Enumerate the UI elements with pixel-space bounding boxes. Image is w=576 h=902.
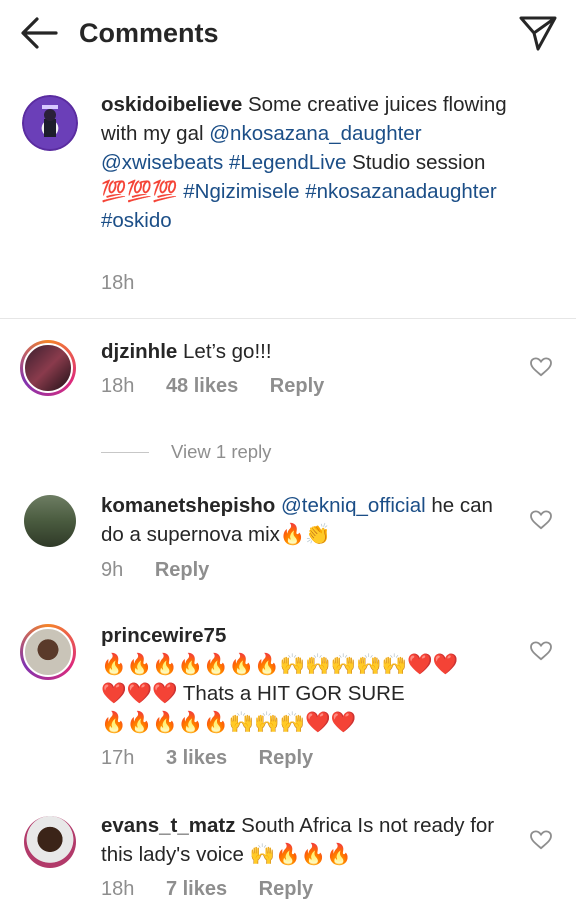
comment-username[interactable]: evans_t_matz [101, 814, 235, 837]
timestamp: 17h [101, 747, 135, 769]
comment-meta: 17h 3 likes Reply [101, 745, 339, 771]
mention-link[interactable]: @tekniq_official [281, 494, 426, 517]
emoji-line: 🔥🔥🔥🔥🔥🔥🔥🙌🙌🙌🙌🙌❤️❤️ [101, 652, 459, 676]
comment-meta: 18h 7 likes Reply [101, 876, 339, 902]
comment-body: Thats a HIT GOR SURE [182, 682, 405, 705]
caption-username[interactable]: oskidoibelieve [101, 93, 242, 116]
page-title: Comments [79, 18, 219, 48]
mention-link[interactable]: @xwisebeats [101, 151, 223, 174]
view-replies-line [101, 452, 149, 453]
reply-button[interactable]: Reply [259, 747, 313, 769]
comment-avatar[interactable] [24, 495, 76, 547]
caption-body-2: Studio session [352, 151, 486, 174]
likes-count[interactable]: 48 likes [166, 375, 238, 397]
heart-outline-icon[interactable] [530, 357, 552, 377]
comment-text: princewire75 🔥🔥🔥🔥🔥🔥🔥🙌🙌🙌🙌🙌❤️❤️ ❤️❤️❤️ Tha… [101, 621, 521, 737]
caption-text: oskidoibelieve Some creative juices flow… [101, 90, 511, 235]
header-bar: Comments [0, 0, 576, 66]
hashtag-link[interactable]: #Ngizimisele [183, 180, 299, 203]
heart-outline-icon[interactable] [530, 830, 552, 850]
comment-username[interactable]: komanetshepisho [101, 494, 275, 517]
timestamp: 18h [101, 272, 135, 294]
comment-body: Let’s go!!! [183, 340, 272, 363]
heart-outline-icon[interactable] [530, 641, 552, 661]
comment-text: djzinhle Let’s go!!! [101, 337, 511, 366]
reply-button[interactable]: Reply [155, 559, 209, 581]
reply-button[interactable]: Reply [270, 375, 324, 397]
timestamp: 18h [101, 375, 135, 397]
hashtag-link[interactable]: #nkosazanadaughter [305, 180, 497, 203]
caption-avatar[interactable] [22, 95, 78, 151]
reply-button[interactable]: Reply [259, 878, 313, 900]
emoji: ❤️❤️❤️ [101, 681, 178, 705]
emoji: 🙌🔥🔥🔥 [249, 842, 352, 866]
timestamp: 9h [101, 559, 124, 581]
likes-count[interactable]: 7 likes [166, 878, 227, 900]
view-replies-button[interactable]: View 1 reply [171, 441, 271, 463]
hashtag-link[interactable]: #LegendLive [229, 151, 346, 174]
comment-text: komanetshepisho @tekniq_official he can … [101, 491, 511, 549]
hashtag-link[interactable]: #oskido [101, 209, 172, 232]
comment-meta: 18h 48 likes Reply [101, 373, 350, 399]
heart-outline-icon[interactable] [530, 510, 552, 530]
divider [0, 318, 576, 319]
comment-meta: 9h Reply [101, 557, 235, 583]
emoji-line: 🔥🔥🔥🔥🔥🙌🙌🙌❤️❤️ [101, 710, 357, 734]
hundred-emoji: 💯💯💯 [101, 179, 178, 203]
comment-username[interactable]: princewire75 [101, 624, 226, 647]
timestamp: 18h [101, 878, 135, 900]
comment-avatar[interactable] [24, 816, 76, 868]
caption-time: 18h [101, 270, 160, 296]
send-icon[interactable] [518, 14, 558, 52]
likes-count[interactable]: 3 likes [166, 747, 227, 769]
mention-link[interactable]: @nkosazana_daughter [209, 122, 421, 145]
comment-text: evans_t_matz South Africa Is not ready f… [101, 811, 511, 869]
comment-username[interactable]: djzinhle [101, 340, 177, 363]
comment-avatar[interactable] [20, 340, 76, 396]
emoji: 🔥👏 [279, 522, 331, 546]
arrow-left-icon[interactable] [20, 16, 58, 50]
comment-avatar[interactable] [20, 624, 76, 680]
